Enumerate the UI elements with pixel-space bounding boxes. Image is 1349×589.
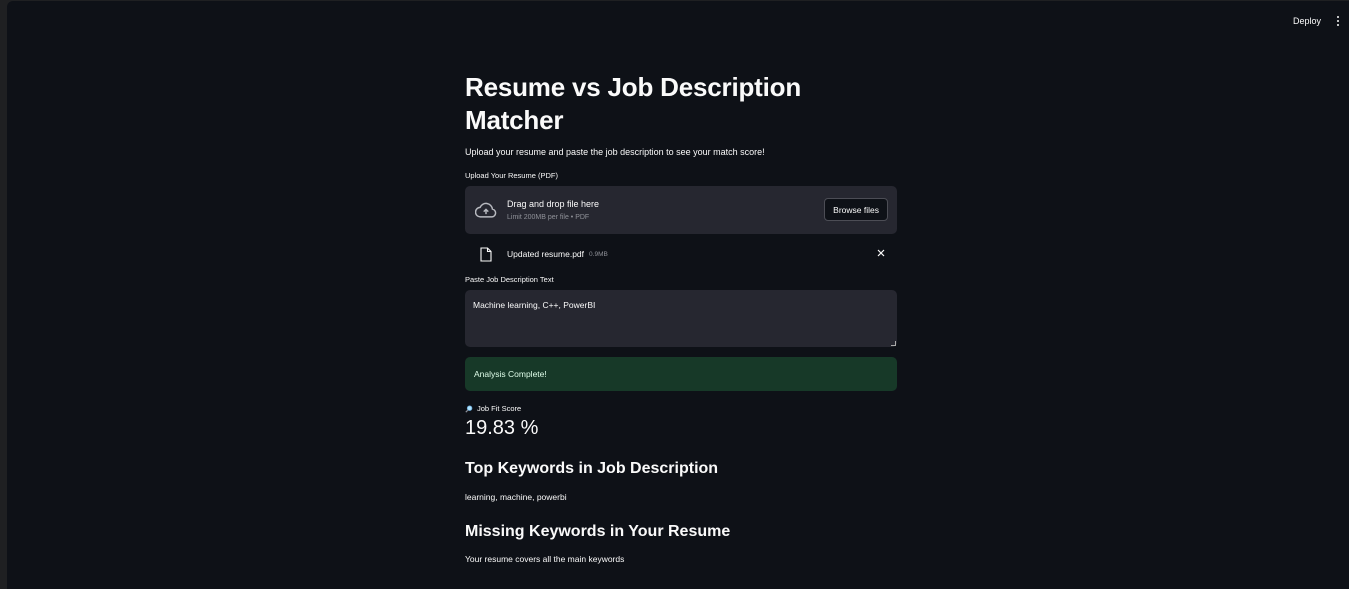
page-title: Resume vs Job Description Matcher <box>465 72 801 135</box>
close-icon[interactable] <box>876 248 886 258</box>
metric-label-text: Job Fit Score <box>477 404 522 413</box>
file-dropzone[interactable]: Drag and drop file here Limit 200MB per … <box>465 186 897 234</box>
vertical-dots-icon[interactable] <box>1331 14 1345 28</box>
metric-label: Job Fit Score <box>465 404 897 413</box>
job-description-textarea[interactable]: Machine learning, C++, PowerBI <box>465 290 897 347</box>
missing-keywords-text: Your resume covers all the main keywords <box>465 554 625 564</box>
cloud-upload-icon <box>475 202 497 218</box>
main-content: Resume vs Job Description Matcher Upload… <box>465 71 897 564</box>
top-keywords-text: learning, machine, powerbi <box>465 492 567 502</box>
dropzone-text: Drag and drop file here Limit 200MB per … <box>507 199 599 221</box>
page-subtitle: Upload your resume and paste the job des… <box>465 147 765 157</box>
missing-keywords-heading: Missing Keywords in Your Resume <box>465 523 731 540</box>
dropzone-title: Drag and drop file here <box>507 199 600 209</box>
uploaded-file-size: 0.9MB <box>589 250 608 258</box>
job-description-label: Paste Job Description Text <box>465 275 554 284</box>
app-container: Deploy Resume vs Job Description Matcher… <box>7 1 1349 589</box>
browse-files-button[interactable]: Browse files <box>824 198 888 221</box>
top-keywords-heading: Top Keywords in Job Description <box>465 460 719 477</box>
metric-value: 19.83 % <box>465 417 539 439</box>
top-toolbar: Deploy <box>1293 1 1349 41</box>
uploaded-file-row: Updated resume.pdf 0.9MB <box>465 234 897 274</box>
dropzone-limit: Limit 200MB per file • PDF <box>507 214 590 221</box>
magnifier-icon <box>465 405 473 413</box>
uploaded-file-name: Updated resume.pdf <box>507 249 585 259</box>
resize-handle[interactable] <box>891 341 896 346</box>
job-description-value: Machine learning, C++, PowerBI <box>473 300 596 310</box>
deploy-button[interactable]: Deploy <box>1293 16 1321 26</box>
success-alert: Analysis Complete! <box>465 357 897 391</box>
file-icon <box>480 246 492 262</box>
uploader-label: Upload Your Resume (PDF) <box>465 171 558 180</box>
